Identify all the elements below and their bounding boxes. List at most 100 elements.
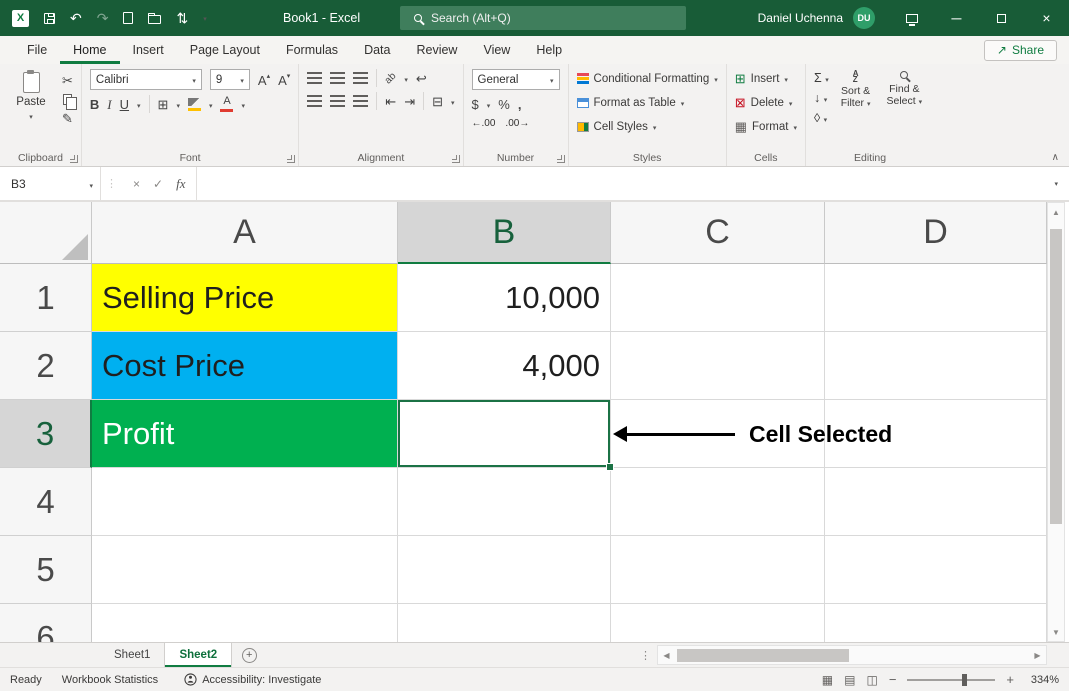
undo-icon[interactable]: ↶ bbox=[70, 11, 82, 25]
new-sheet-button[interactable]: + bbox=[232, 643, 266, 667]
tab-insert[interactable]: Insert bbox=[120, 37, 177, 64]
tab-formulas[interactable]: Formulas bbox=[273, 37, 351, 64]
sort-ascending-icon[interactable]: ⇅ bbox=[176, 11, 188, 25]
percent-style-icon[interactable]: % bbox=[498, 98, 510, 111]
cell-B2[interactable]: 4,000 bbox=[398, 332, 611, 400]
merge-center-caret-icon[interactable] bbox=[451, 92, 455, 110]
comma-style-icon[interactable]: , bbox=[518, 98, 522, 111]
accounting-caret-icon[interactable] bbox=[487, 95, 491, 113]
cell-C6[interactable] bbox=[611, 604, 825, 642]
formula-input[interactable] bbox=[197, 167, 1043, 200]
cell-A3[interactable]: Profit bbox=[92, 400, 398, 468]
tab-view[interactable]: View bbox=[470, 37, 523, 64]
row-header-5[interactable]: 5 bbox=[0, 536, 92, 604]
cell-styles-button[interactable]: Cell Styles bbox=[577, 117, 718, 136]
cell-B3-selected[interactable] bbox=[398, 400, 611, 468]
cell-A6[interactable] bbox=[92, 604, 398, 642]
fill-color-button[interactable] bbox=[188, 98, 201, 111]
borders-caret-icon[interactable] bbox=[176, 95, 180, 113]
tab-data[interactable]: Data bbox=[351, 37, 403, 64]
font-color-button[interactable]: A bbox=[220, 96, 233, 112]
cell-A2[interactable]: Cost Price bbox=[92, 332, 398, 400]
cell-C1[interactable] bbox=[611, 264, 825, 332]
cell-A1[interactable]: Selling Price bbox=[92, 264, 398, 332]
close-button[interactable]: × bbox=[1024, 0, 1069, 36]
sort-filter-button[interactable]: AZ Sort & Filter bbox=[837, 69, 875, 148]
share-button[interactable]: ↗Share bbox=[984, 40, 1057, 61]
vertical-scrollbar[interactable]: ▲ ▼ bbox=[1047, 202, 1065, 642]
row-header-6[interactable]: 6 bbox=[0, 604, 92, 642]
orientation-icon[interactable]: ab bbox=[383, 70, 399, 86]
normal-view-icon[interactable]: ▦ bbox=[822, 673, 833, 687]
zoom-slider[interactable] bbox=[907, 679, 995, 681]
cut-icon[interactable]: ✂ bbox=[62, 74, 73, 87]
cell-C2[interactable] bbox=[611, 332, 825, 400]
cancel-icon[interactable]: × bbox=[133, 177, 140, 191]
align-center-icon[interactable] bbox=[330, 95, 345, 107]
cell-B5[interactable] bbox=[398, 536, 611, 604]
workbook-statistics-button[interactable]: Workbook Statistics bbox=[62, 674, 184, 686]
cell-D1[interactable] bbox=[825, 264, 1047, 332]
tab-file[interactable]: File bbox=[14, 37, 60, 64]
row-header-2[interactable]: 2 bbox=[0, 332, 92, 400]
cell-D4[interactable] bbox=[825, 468, 1047, 536]
save-icon[interactable] bbox=[44, 13, 55, 24]
bold-icon[interactable]: B bbox=[90, 98, 99, 111]
zoom-slider-thumb[interactable] bbox=[962, 674, 967, 686]
tab-home[interactable]: Home bbox=[60, 37, 119, 64]
scroll-right-icon[interactable]: ▶ bbox=[1029, 651, 1046, 660]
borders-icon[interactable]: ⊞ bbox=[158, 98, 169, 111]
column-header-A[interactable]: A bbox=[92, 202, 398, 264]
maximize-button[interactable] bbox=[979, 0, 1024, 36]
minimize-button[interactable]: ─ bbox=[934, 0, 979, 36]
cell-D5[interactable] bbox=[825, 536, 1047, 604]
horizontal-scrollbar-track[interactable] bbox=[675, 646, 1029, 664]
format-painter-icon[interactable]: ✎ bbox=[62, 112, 73, 125]
redo-icon[interactable]: ↷ bbox=[97, 11, 109, 25]
cell-B4[interactable] bbox=[398, 468, 611, 536]
column-header-C[interactable]: C bbox=[611, 202, 825, 264]
zoom-level[interactable]: 334% bbox=[1025, 674, 1059, 686]
avatar[interactable]: DU bbox=[853, 7, 875, 29]
expand-formula-bar-icon[interactable] bbox=[1043, 167, 1069, 200]
align-middle-icon[interactable] bbox=[330, 72, 345, 84]
alignment-dialog-launcher-icon[interactable] bbox=[452, 155, 460, 163]
underline-icon[interactable]: U bbox=[120, 98, 129, 111]
font-color-caret-icon[interactable] bbox=[241, 95, 245, 113]
orientation-caret-icon[interactable] bbox=[404, 69, 408, 87]
align-bottom-icon[interactable] bbox=[353, 72, 368, 84]
fill-button[interactable]: ↓ bbox=[814, 91, 829, 105]
formula-bar-handle[interactable]: ⋮ bbox=[101, 167, 122, 200]
increase-font-size-icon[interactable]: A bbox=[258, 73, 270, 87]
cell-B1[interactable]: 10,000 bbox=[398, 264, 611, 332]
number-dialog-launcher-icon[interactable] bbox=[557, 155, 565, 163]
scroll-left-icon[interactable]: ◀ bbox=[658, 651, 675, 660]
insert-cells-button[interactable]: ⊞ Insert bbox=[735, 69, 797, 88]
wrap-text-icon[interactable]: ↩ bbox=[416, 72, 427, 85]
enter-icon[interactable]: ✓ bbox=[153, 177, 163, 191]
decrease-font-size-icon[interactable]: A bbox=[278, 73, 290, 87]
cell-A5[interactable] bbox=[92, 536, 398, 604]
increase-decimal-icon[interactable]: ←.00 bbox=[472, 118, 496, 129]
horizontal-scrollbar-thumb[interactable] bbox=[677, 649, 849, 662]
new-file-icon[interactable] bbox=[123, 12, 133, 24]
paste-button[interactable]: Paste bbox=[8, 69, 54, 148]
search-box[interactable]: Search (Alt+Q) bbox=[400, 6, 686, 30]
cell-B6[interactable] bbox=[398, 604, 611, 642]
underline-caret-icon[interactable] bbox=[137, 95, 141, 113]
number-format-combo[interactable]: General bbox=[472, 69, 560, 90]
customize-toolbar-caret-icon[interactable] bbox=[203, 14, 207, 23]
cell-C5[interactable] bbox=[611, 536, 825, 604]
italic-icon[interactable]: I bbox=[107, 98, 111, 111]
fill-color-caret-icon[interactable] bbox=[209, 95, 213, 113]
row-header-4[interactable]: 4 bbox=[0, 468, 92, 536]
fill-handle[interactable] bbox=[606, 463, 614, 471]
collapse-ribbon-icon[interactable]: ∧ bbox=[1052, 152, 1059, 163]
cell-D6[interactable] bbox=[825, 604, 1047, 642]
merge-center-icon[interactable]: ⊟ bbox=[432, 95, 443, 108]
align-top-icon[interactable] bbox=[307, 72, 322, 84]
clipboard-dialog-launcher-icon[interactable] bbox=[70, 155, 78, 163]
autosum-button[interactable]: Σ bbox=[814, 71, 829, 85]
cell-D2[interactable] bbox=[825, 332, 1047, 400]
decrease-decimal-icon[interactable]: .00→ bbox=[505, 118, 529, 129]
